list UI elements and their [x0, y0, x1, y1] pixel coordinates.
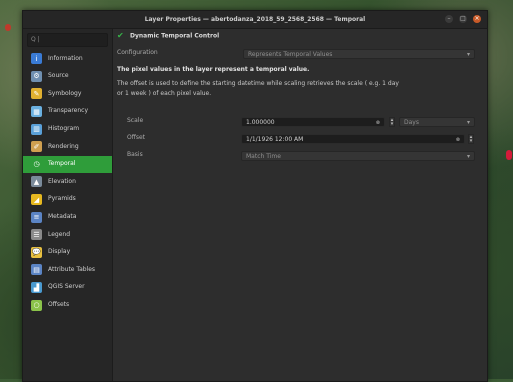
sidebar-item-label: Temporal [48, 160, 76, 168]
sidebar-search-input[interactable]: Q | [27, 33, 108, 47]
pyramids-icon: ◢ [31, 194, 42, 206]
sidebar-item-legend[interactable]: ☰ Legend [23, 226, 112, 244]
dynamic-temporal-checkbox[interactable]: ✔ [117, 32, 125, 40]
sidebar-item-metadata[interactable]: ≡ Metadata [23, 208, 112, 226]
sidebar-item-qgis-server[interactable]: ▟ QGIS Server [23, 279, 112, 297]
offset-value: 1/1/1926 12:00 AM [246, 136, 304, 143]
attribute-table-icon: ▤ [31, 264, 42, 276]
offset-stepper[interactable]: ▴ ▾ [468, 134, 474, 144]
sidebar-item-display[interactable]: 💬 Display [23, 244, 112, 262]
sidebar-item-source[interactable]: ⚙ Source [23, 68, 112, 86]
sidebar-item-symbology[interactable]: ✎ Symbology [23, 85, 112, 103]
rendering-icon: ✐ [31, 141, 42, 153]
basis-label: Basis [127, 151, 143, 158]
spin-down-icon[interactable]: ▾ [469, 139, 473, 144]
sidebar-item-information[interactable]: i Information [23, 50, 112, 68]
close-button[interactable]: × [473, 15, 481, 23]
offset-datetime-input[interactable]: 1/1/1926 12:00 AM ⊗ [241, 134, 465, 144]
transparency-icon: ▦ [31, 106, 42, 118]
qgis-server-icon: ▟ [31, 282, 42, 294]
spin-down-icon[interactable]: ▾ [390, 122, 394, 127]
clear-icon[interactable]: ⊗ [376, 118, 380, 128]
sidebar-item-temporal[interactable]: ◷ Temporal [23, 155, 112, 174]
source-icon: ⚙ [31, 70, 42, 82]
sidebar-item-label: Legend [48, 230, 71, 238]
configuration-value: Represents Temporal Values [248, 51, 333, 58]
information-icon: i [31, 53, 42, 65]
map-marker [5, 24, 11, 31]
sidebar-item-label: Attribute Tables [48, 265, 96, 273]
configuration-label: Configuration [117, 49, 158, 56]
sidebar-item-label: Transparency [48, 107, 89, 115]
sidebar-list: i Information ⚙ Source ✎ Symbology ▦ Transparen… [23, 50, 112, 314]
sidebar-item-label: Metadata [48, 212, 77, 220]
minimize-button[interactable]: – [445, 15, 453, 23]
sidebar-item-label: Pyramids [48, 195, 76, 203]
temporal-description-line1: The offset is used to define the startin… [117, 80, 399, 88]
basis-value: Match Time [246, 153, 281, 160]
sidebar-item-label: Elevation [48, 177, 76, 185]
properties-sidebar: Q | i Information ⚙ Source ✎ Symbology ▦ Transp… [23, 29, 113, 381]
legend-icon: ☰ [31, 229, 42, 241]
scale-value: 1.000000 [246, 119, 275, 126]
scale-label: Scale [127, 117, 144, 124]
sidebar-item-transparency[interactable]: ▦ Transparency [23, 103, 112, 121]
temporal-description-line2: or 1 week ) of each pixel value. [117, 89, 212, 97]
clear-icon[interactable]: ⊗ [456, 135, 460, 145]
sidebar-item-histogram[interactable]: ▥ Histogram [23, 120, 112, 138]
histogram-icon: ▥ [31, 123, 42, 135]
sidebar-item-label: Offsets [48, 300, 70, 308]
scale-unit-value: Days [404, 119, 419, 126]
elevation-icon: ▲ [31, 176, 42, 188]
chevron-down-icon: ▾ [466, 119, 470, 126]
basis-dropdown[interactable]: Match Time ▾ [241, 151, 475, 161]
sidebar-item-label: Information [48, 54, 83, 62]
maximize-button[interactable]: □ [459, 15, 467, 23]
display-icon: 💬 [31, 246, 42, 258]
window-title: Layer Properties — abertodanza_2018_59_2… [144, 16, 366, 23]
chevron-down-icon: ▾ [466, 51, 470, 58]
sidebar-item-pyramids[interactable]: ◢ Pyramids [23, 191, 112, 209]
sidebar-item-elevation[interactable]: ▲ Elevation [23, 173, 112, 191]
offset-label: Offset [127, 134, 146, 141]
sidebar-item-attribute-tables[interactable]: ▤ Attribute Tables [23, 261, 112, 279]
title-bar[interactable]: Layer Properties — abertodanza_2018_59_2… [23, 11, 487, 29]
temporal-description-title: The pixel values in the layer represent … [117, 66, 310, 73]
sidebar-item-offsets[interactable]: ○ Offsets [23, 296, 112, 314]
sidebar-item-label: Symbology [48, 89, 82, 97]
sidebar-item-label: Rendering [48, 142, 79, 150]
scale-input[interactable]: 1.000000 ⊗ [241, 117, 385, 127]
scale-stepper[interactable]: ▴ ▾ [389, 117, 395, 127]
dynamic-temporal-header: Dynamic Temporal Control [130, 32, 220, 40]
layer-properties-dialog: Layer Properties — abertodanza_2018_59_2… [22, 10, 488, 382]
temporal-panel: ✔ Dynamic Temporal Control Configuration … [117, 31, 481, 375]
sidebar-item-label: QGIS Server [48, 283, 85, 291]
chevron-down-icon: ▾ [466, 153, 470, 160]
map-marker [506, 150, 512, 160]
sidebar-item-label: Display [48, 248, 71, 256]
sidebar-item-label: Source [48, 72, 69, 80]
metadata-icon: ≡ [31, 211, 42, 223]
configuration-dropdown[interactable]: Represents Temporal Values ▾ [243, 49, 475, 59]
sidebar-item-rendering[interactable]: ✐ Rendering [23, 138, 112, 156]
scale-unit-dropdown[interactable]: Days ▾ [399, 117, 475, 127]
temporal-clock-icon: ◷ [33, 160, 40, 169]
offsets-icon: ○ [31, 299, 42, 311]
sidebar-item-label: Histogram [48, 125, 80, 133]
symbology-icon: ✎ [31, 88, 42, 100]
